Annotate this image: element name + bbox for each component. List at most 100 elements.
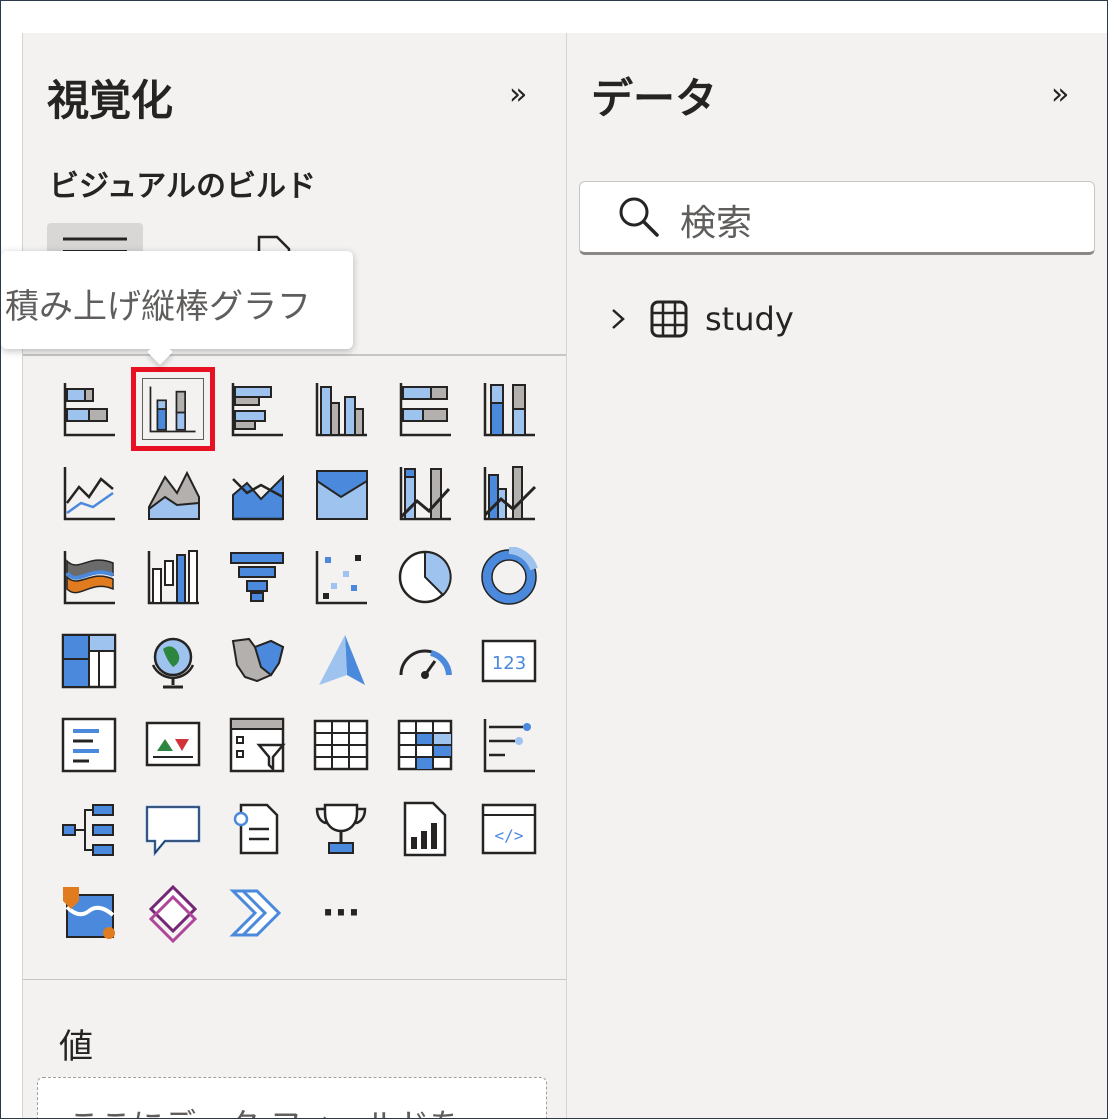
clustered-bar-chart-icon xyxy=(227,379,287,439)
clustered-column-chart-icon xyxy=(311,379,371,439)
svg-text:123: 123 xyxy=(492,653,526,674)
visual-line-and-clustered-column-chart-button[interactable] xyxy=(467,451,551,535)
visual-tooltip: 積み上げ縦棒グラフ xyxy=(1,251,353,365)
visual-paginated-report-button[interactable] xyxy=(383,787,467,871)
visual-gauge-button[interactable] xyxy=(383,619,467,703)
selected-visual-frame xyxy=(142,378,204,440)
visual-donut-chart-button[interactable] xyxy=(467,535,551,619)
key-influencers-icon xyxy=(479,715,539,775)
matrix-icon xyxy=(395,715,455,775)
gauge-icon xyxy=(395,631,455,691)
search-icon xyxy=(619,197,659,237)
visual-clustered-column-chart-button[interactable] xyxy=(299,367,383,451)
visual-filled-map-button[interactable] xyxy=(215,619,299,703)
more-visuals-icon: ··· xyxy=(321,893,361,933)
visual-line-chart-button[interactable] xyxy=(47,451,131,535)
filled-map-icon xyxy=(227,631,287,691)
visual-stacked-column-chart-button[interactable] xyxy=(131,367,215,451)
visual-treemap-button[interactable] xyxy=(47,619,131,703)
stacked-bar-chart-icon xyxy=(59,379,119,439)
top-strip xyxy=(1,1,1107,33)
visualizations-pane: 視覚化 » ビジュアルのビルド 123 </> ··· 値 ここにデータ フィールド… xyxy=(23,33,567,1118)
visual-arcgis-map-button[interactable] xyxy=(47,871,131,955)
values-drop-placeholder: ここにデータ フィールドを xyxy=(68,1100,462,1118)
svg-text:</>: </> xyxy=(495,826,524,845)
power-automate-icon xyxy=(227,883,287,943)
visual-azure-map-button[interactable] xyxy=(299,619,383,703)
visual-slicer-button[interactable] xyxy=(215,703,299,787)
values-well-label: 値 xyxy=(59,1027,93,1067)
visual-100-stacked-bar-chart-button[interactable] xyxy=(383,367,467,451)
visual-html-content-button[interactable]: </> xyxy=(467,787,551,871)
funnel-chart-icon xyxy=(227,547,287,607)
visual-metrics-button[interactable] xyxy=(299,787,383,871)
visual-qna-button[interactable] xyxy=(131,787,215,871)
data-pane: データ » 検索 study xyxy=(567,33,1107,1118)
visual-line-and-stacked-column-chart-button[interactable] xyxy=(383,451,467,535)
visual-kpi-button[interactable] xyxy=(131,703,215,787)
visual-card-button[interactable]: 123 xyxy=(467,619,551,703)
visual-funnel-chart-button[interactable] xyxy=(215,535,299,619)
arcgis-map-icon xyxy=(59,883,119,943)
build-divider xyxy=(23,354,566,356)
visual-scatter-chart-button[interactable] xyxy=(299,535,383,619)
card-icon: 123 xyxy=(479,631,539,691)
visual-stacked-area-chart-button[interactable] xyxy=(215,451,299,535)
search-input[interactable]: 検索 xyxy=(579,181,1095,255)
visual-multi-row-card-button[interactable] xyxy=(47,703,131,787)
ribbon-chart-icon xyxy=(59,547,119,607)
double-chevron-right-icon[interactable]: » xyxy=(509,77,527,112)
line-chart-icon xyxy=(59,463,119,523)
stacked-column-chart-icon xyxy=(147,383,199,435)
scatter-chart-icon xyxy=(311,547,371,607)
app-window: 視覚化 » ビジュアルのビルド 123 </> ··· 値 ここにデータ フィールド… xyxy=(0,0,1108,1119)
visualizations-title: 視覚化 xyxy=(47,76,174,125)
double-chevron-right-icon[interactable]: » xyxy=(1051,77,1069,112)
line-and-stacked-column-chart-icon xyxy=(395,463,455,523)
visual-decomposition-tree-button[interactable] xyxy=(47,787,131,871)
visual-key-influencers-button[interactable] xyxy=(467,703,551,787)
waterfall-chart-icon xyxy=(143,547,203,607)
tooltip-text: 積み上げ縦棒グラフ xyxy=(5,287,311,327)
table-icon xyxy=(311,715,371,775)
visual-waterfall-chart-button[interactable] xyxy=(131,535,215,619)
visual-area-chart-button[interactable] xyxy=(131,451,215,535)
pie-chart-icon xyxy=(395,547,455,607)
area-chart-icon xyxy=(143,463,203,523)
visual-matrix-button[interactable] xyxy=(383,703,467,787)
values-divider xyxy=(23,979,566,980)
smart-narrative-icon xyxy=(227,799,287,859)
visual-table-button[interactable] xyxy=(299,703,383,787)
visual-power-apps-button[interactable] xyxy=(131,871,215,955)
treemap-icon xyxy=(59,631,119,691)
visual-power-automate-button[interactable] xyxy=(215,871,299,955)
visual-100-stacked-column-chart-button[interactable] xyxy=(467,367,551,451)
data-title: データ xyxy=(591,74,718,123)
visual-ribbon-chart-button[interactable] xyxy=(47,535,131,619)
power-apps-icon xyxy=(143,883,203,944)
qna-icon xyxy=(143,799,203,859)
table-tree-item[interactable]: study xyxy=(607,295,794,343)
100-stacked-area-chart-icon xyxy=(311,463,371,523)
visual-stacked-bar-chart-button[interactable] xyxy=(47,367,131,451)
visual-smart-narrative-button[interactable] xyxy=(215,787,299,871)
multi-row-card-icon xyxy=(59,715,119,775)
paginated-report-icon xyxy=(395,799,455,859)
decomposition-tree-icon xyxy=(59,799,119,859)
visual-clustered-bar-chart-button[interactable] xyxy=(215,367,299,451)
visual-100-stacked-area-chart-button[interactable] xyxy=(299,451,383,535)
table-icon xyxy=(650,300,688,338)
donut-chart-icon xyxy=(479,546,539,607)
azure-map-icon xyxy=(311,631,371,691)
html-content-icon: </> xyxy=(479,799,539,859)
table-label: study xyxy=(705,300,794,338)
line-and-clustered-column-chart-icon xyxy=(479,463,539,523)
100-stacked-column-chart-icon xyxy=(479,379,539,439)
build-visual-title: ビジュアルのビルド xyxy=(49,169,316,204)
kpi-icon xyxy=(143,715,203,775)
chevron-right-icon[interactable] xyxy=(607,304,629,334)
visual-more-visuals-button[interactable]: ··· xyxy=(299,871,383,955)
visual-map-button[interactable] xyxy=(131,619,215,703)
values-drop-zone[interactable]: ここにデータ フィールドを xyxy=(37,1077,547,1118)
visual-pie-chart-button[interactable] xyxy=(383,535,467,619)
